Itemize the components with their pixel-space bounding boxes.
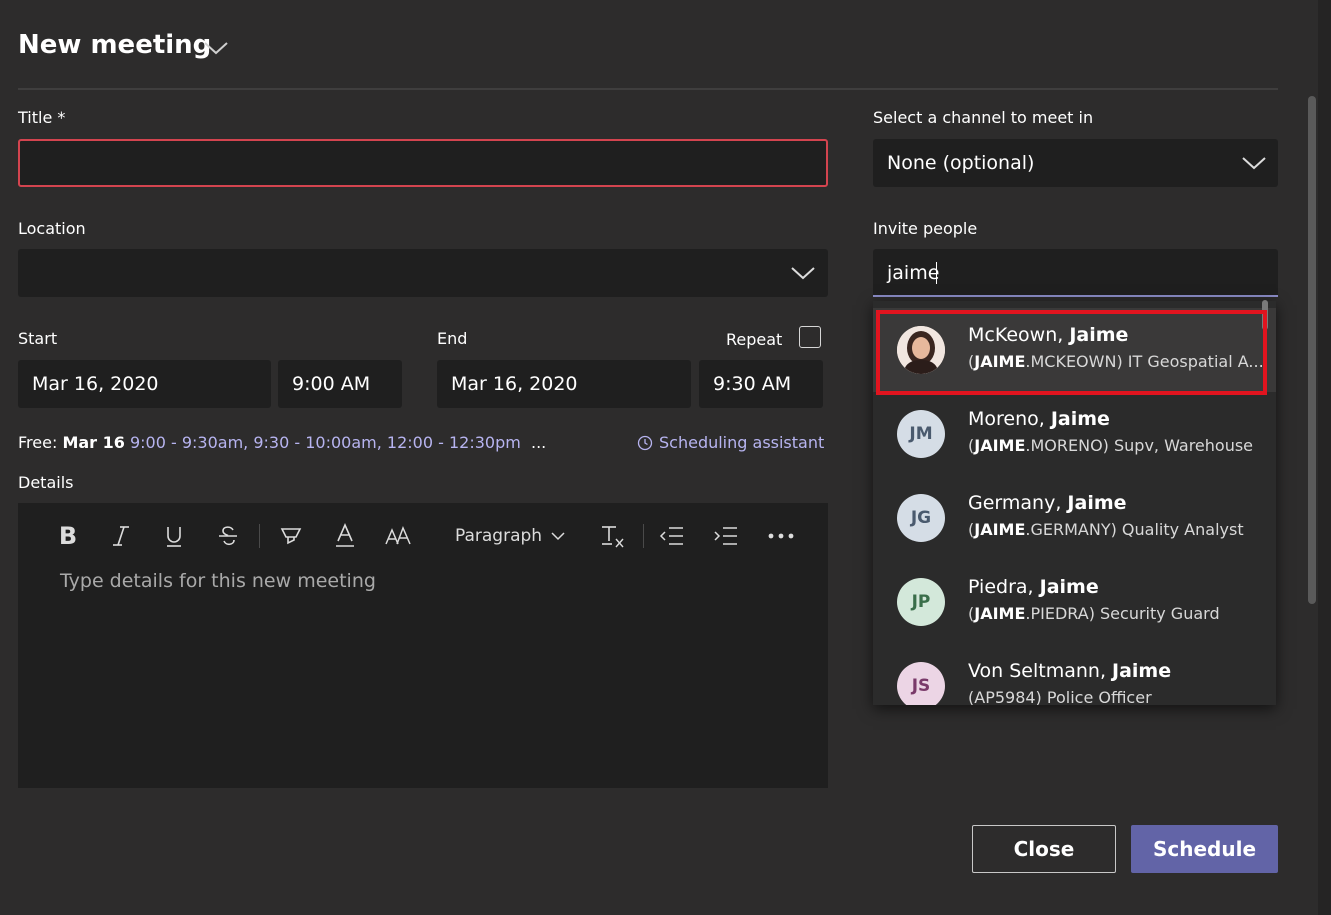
- suggestion-item[interactable]: JG Germany, Jaime (JAIME.GERMANY) Qualit…: [873, 476, 1276, 560]
- suggestion-item[interactable]: JP Piedra, Jaime (JAIME.PIEDRA) Security…: [873, 560, 1276, 644]
- suggestion-detail: (AP5984) Police Officer: [968, 688, 1152, 705]
- suggestion-name: Von Seltmann, Jaime: [968, 660, 1172, 682]
- start-label: Start: [18, 329, 58, 348]
- bold-icon[interactable]: B: [54, 520, 82, 552]
- suggestion-name: Moreno, Jaime: [968, 408, 1110, 430]
- clock-icon: [637, 435, 653, 450]
- start-date-input[interactable]: Mar 16, 2020: [18, 360, 271, 408]
- italic-icon[interactable]: [107, 520, 135, 552]
- avatar: JG: [897, 494, 945, 542]
- end-date-input[interactable]: Mar 16, 2020: [437, 360, 691, 408]
- channel-value: None (optional): [887, 152, 1035, 174]
- chevron-down-icon: [551, 532, 565, 541]
- suggestion-detail: (JAIME.PIEDRA) Security Guard: [968, 604, 1220, 623]
- font-size-icon[interactable]: [383, 520, 413, 552]
- suggestion-name: Piedra, Jaime: [968, 576, 1099, 598]
- repeat-checkbox[interactable]: [799, 326, 821, 348]
- side-panel-edge: [1318, 0, 1331, 915]
- suggestion-item[interactable]: JM Moreno, Jaime (JAIME.MORENO) Supv, Wa…: [873, 392, 1276, 476]
- channel-select[interactable]: None (optional): [873, 139, 1278, 187]
- start-time-input[interactable]: 9:00 AM: [278, 360, 402, 408]
- scheduling-assistant-label: Scheduling assistant: [659, 433, 825, 452]
- invite-value: jaime: [887, 262, 940, 284]
- start-time-value: 9:00 AM: [292, 373, 371, 395]
- clear-formatting-icon[interactable]: [598, 520, 626, 552]
- text-cursor: [936, 262, 937, 284]
- title-label: Title *: [18, 108, 66, 127]
- more-options-icon[interactable]: [766, 520, 796, 552]
- toolbar-divider: [259, 524, 260, 548]
- chevron-down-icon: [1242, 157, 1266, 170]
- paragraph-label: Paragraph: [455, 526, 543, 546]
- avatar: JP: [897, 578, 945, 626]
- suggestion-name: Germany, Jaime: [968, 492, 1127, 514]
- chevron-down-icon: [791, 267, 815, 280]
- free-prefix: Free:: [18, 433, 58, 452]
- free-slot[interactable]: 9:00 - 9:30am,: [130, 433, 248, 452]
- page-scrollbar[interactable]: [1308, 96, 1316, 604]
- chevron-down-icon[interactable]: [203, 40, 229, 56]
- underline-icon[interactable]: [160, 520, 188, 552]
- strikethrough-icon[interactable]: [214, 520, 242, 552]
- close-button[interactable]: Close: [972, 825, 1116, 873]
- toolbar-divider: [643, 524, 644, 548]
- end-time-value: 9:30 AM: [713, 373, 792, 395]
- increase-indent-icon[interactable]: [712, 520, 740, 552]
- end-label: End: [437, 329, 468, 348]
- location-label: Location: [18, 219, 86, 238]
- font-color-icon[interactable]: [331, 520, 359, 552]
- end-date-value: Mar 16, 2020: [451, 373, 578, 395]
- invite-label: Invite people: [873, 219, 978, 238]
- page-title: New meeting: [18, 30, 212, 60]
- header-divider: [18, 88, 1278, 90]
- paragraph-dropdown[interactable]: Paragraph: [455, 520, 567, 552]
- details-editor[interactable]: [18, 503, 828, 788]
- invite-people-input[interactable]: jaime: [873, 249, 1278, 297]
- location-input[interactable]: [18, 249, 828, 297]
- highlight-icon[interactable]: [277, 520, 305, 552]
- channel-label: Select a channel to meet in: [873, 108, 1094, 127]
- title-input[interactable]: [18, 139, 828, 187]
- schedule-button[interactable]: Schedule: [1131, 825, 1278, 873]
- free-day: Mar 16: [62, 433, 125, 452]
- end-time-input[interactable]: 9:30 AM: [699, 360, 823, 408]
- repeat-label: Repeat: [726, 330, 783, 349]
- details-placeholder: Type details for this new meeting: [60, 570, 376, 592]
- free-times: Free: Mar 16 9:00 - 9:30am, 9:30 - 10:00…: [18, 433, 546, 452]
- suggestion-detail: (JAIME.GERMANY) Quality Analyst: [968, 520, 1244, 539]
- avatar: JS: [897, 662, 945, 705]
- scheduling-assistant-link[interactable]: Scheduling assistant: [637, 433, 824, 452]
- suggestion-detail: (JAIME.MORENO) Supv, Warehouse: [968, 436, 1254, 455]
- free-slot[interactable]: 9:30 - 10:00am,: [253, 433, 381, 452]
- more-slots[interactable]: ...: [531, 433, 546, 452]
- free-slot[interactable]: 12:00 - 12:30pm: [387, 433, 521, 452]
- avatar: JM: [897, 410, 945, 458]
- start-date-value: Mar 16, 2020: [32, 373, 159, 395]
- details-label: Details: [18, 473, 74, 492]
- selection-highlight: [876, 310, 1267, 395]
- suggestion-item[interactable]: JS Von Seltmann, Jaime (AP5984) Police O…: [873, 644, 1276, 705]
- decrease-indent-icon[interactable]: [658, 520, 686, 552]
